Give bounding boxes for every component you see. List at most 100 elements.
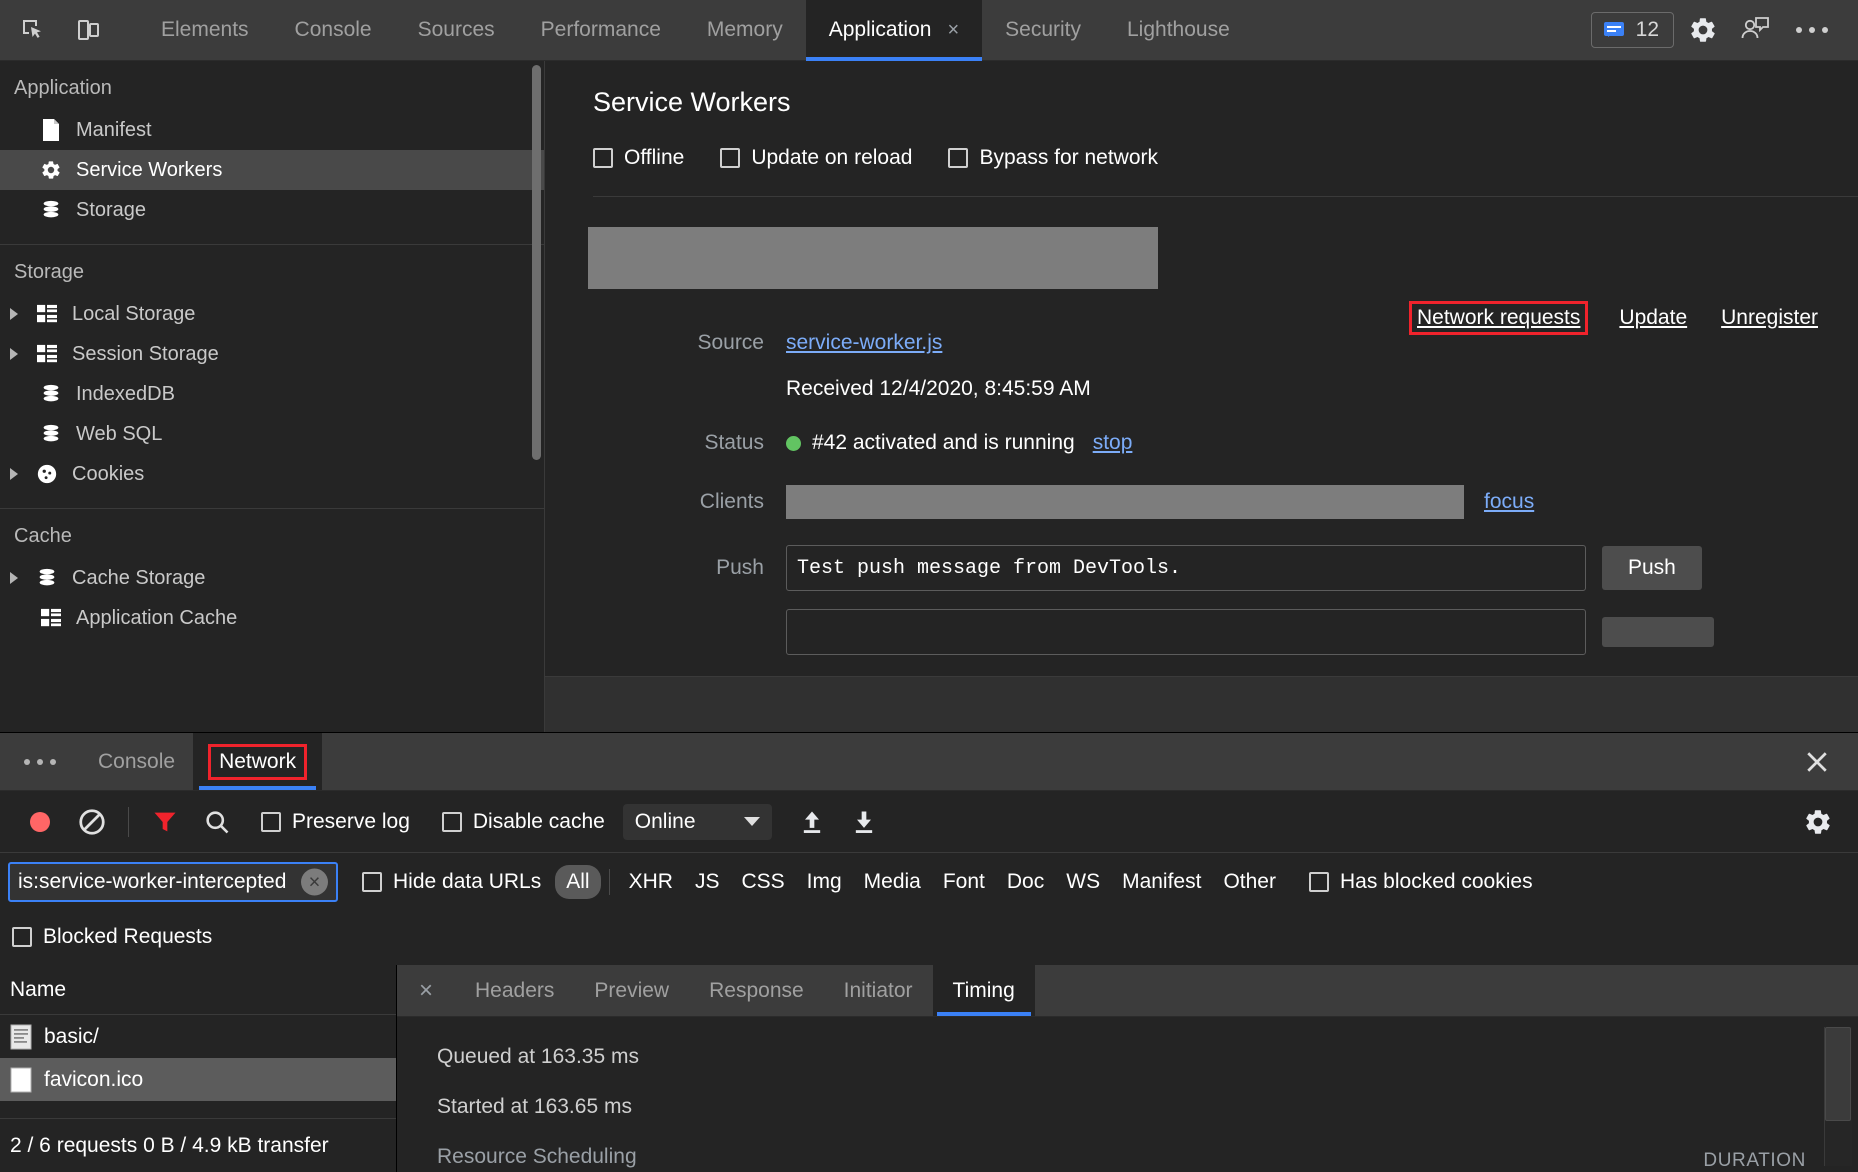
tab-performance[interactable]: Performance [518,0,684,61]
panel-divider [593,196,1858,197]
chevron-right-icon[interactable] [10,348,18,360]
detail-tab-preview[interactable]: Preview [574,965,689,1016]
clear-filter-icon[interactable]: × [301,869,328,896]
filter-type-js[interactable]: JS [684,865,731,899]
clear-icon[interactable] [66,796,118,848]
unregister-link[interactable]: Unregister [1721,306,1818,330]
sidebar-item-service-workers[interactable]: Service Workers [0,150,544,190]
detail-tab-response[interactable]: Response [689,965,824,1016]
gear-icon[interactable] [1680,7,1726,53]
bypass-for-network-checkbox[interactable]: Bypass for network [948,146,1158,170]
export-har-icon[interactable] [838,796,890,848]
filter-type-doc[interactable]: Doc [996,865,1055,899]
sidebar-item-indexeddb[interactable]: IndexedDB [0,374,544,414]
import-har-icon[interactable] [786,796,838,848]
update-link[interactable]: Update [1619,306,1687,330]
table-row[interactable]: basic/ [0,1015,396,1058]
sidebar-item-local-storage[interactable]: Local Storage [0,294,544,334]
more-tabs-icon[interactable] [0,733,80,790]
blocked-requests-checkbox[interactable]: Blocked Requests [12,925,212,949]
checkbox-box[interactable] [12,927,32,947]
checkbox-box[interactable] [948,148,968,168]
record-button-icon[interactable] [14,796,66,848]
filter-type-other[interactable]: Other [1212,865,1287,899]
filter-type-media[interactable]: Media [853,865,932,899]
detail-scrollbar[interactable] [1824,1027,1852,1166]
checkbox-box[interactable] [362,872,382,892]
detail-tab-headers[interactable]: Headers [455,965,574,1016]
sidebar-item-session-storage[interactable]: Session Storage [0,334,544,374]
inspect-element-icon[interactable] [10,7,56,53]
checkbox-box[interactable] [261,812,281,832]
sync-button[interactable] [1602,617,1714,647]
filter-type-css[interactable]: CSS [730,865,795,899]
filter-icon[interactable] [139,796,191,848]
sidebar-item-label: IndexedDB [76,383,175,406]
sidebar-item-cache-storage[interactable]: Cache Storage [0,558,544,598]
filter-type-ws[interactable]: WS [1055,865,1111,899]
push-button[interactable]: Push [1602,546,1702,590]
timing-queued: Queued at 163.35 ms [437,1045,1858,1069]
sidebar-item-application-cache[interactable]: Application Cache [0,598,544,638]
source-file-link[interactable]: service-worker.js [786,331,942,355]
chevron-right-icon[interactable] [10,308,18,320]
checkbox-box[interactable] [442,812,462,832]
close-detail-icon[interactable]: × [397,965,455,1016]
detail-tab-label: Response [709,979,804,1003]
chevron-right-icon[interactable] [10,468,18,480]
checkbox-label: Hide data URLs [393,870,541,894]
drawer-tab-network[interactable]: Network [193,733,322,790]
request-list-header[interactable]: Name [0,965,396,1015]
update-on-reload-checkbox[interactable]: Update on reload [720,146,912,170]
disable-cache-checkbox[interactable]: Disable cache [442,810,605,834]
push-message-input[interactable] [786,545,1586,591]
tab-console[interactable]: Console [272,0,395,61]
focus-link[interactable]: focus [1484,490,1534,514]
sidebar-scrollbar[interactable] [532,65,541,460]
sidebar-item-manifest[interactable]: Manifest [0,110,544,150]
tab-application[interactable]: Application × [806,0,982,61]
sidebar-item-storage[interactable]: Storage [0,190,544,230]
filter-type-all[interactable]: All [555,865,600,899]
device-toolbar-icon[interactable] [66,7,112,53]
tab-label: Console [295,18,372,42]
chevron-right-icon[interactable] [10,572,18,584]
detail-tab-initiator[interactable]: Initiator [824,965,933,1016]
more-options-icon[interactable] [1784,27,1840,33]
scrollbar-thumb[interactable] [1825,1027,1851,1121]
filter-type-xhr[interactable]: XHR [618,865,684,899]
table-row[interactable]: favicon.ico [0,1058,396,1101]
filter-type-manifest[interactable]: Manifest [1111,865,1212,899]
sync-tag-input[interactable] [786,609,1586,655]
tab-sources[interactable]: Sources [395,0,518,61]
person-feedback-icon[interactable] [1732,7,1778,53]
tab-elements[interactable]: Elements [138,0,272,61]
has-blocked-cookies-checkbox[interactable]: Has blocked cookies [1309,870,1533,894]
checkbox-box[interactable] [1309,872,1329,892]
close-drawer-icon[interactable] [1776,733,1858,790]
tab-security[interactable]: Security [982,0,1104,61]
request-name: favicon.ico [44,1068,143,1092]
network-settings-gear-icon[interactable] [1792,796,1844,848]
sidebar-item-web-sql[interactable]: Web SQL [0,414,544,454]
filter-type-img[interactable]: Img [796,865,853,899]
filter-type-font[interactable]: Font [932,865,996,899]
filter-input[interactable] [8,862,338,902]
hide-data-urls-checkbox[interactable]: Hide data URLs [362,870,541,894]
checkbox-box[interactable] [593,148,613,168]
preserve-log-checkbox[interactable]: Preserve log [261,810,410,834]
drawer-tab-console[interactable]: Console [80,733,193,790]
console-message-badge[interactable]: 12 [1591,12,1674,48]
close-tab-icon[interactable]: × [947,20,959,40]
sidebar-item-label: Application Cache [76,607,237,630]
checkbox-box[interactable] [720,148,740,168]
detail-tab-timing[interactable]: Timing [933,965,1035,1016]
sidebar-item-cookies[interactable]: Cookies [0,454,544,494]
offline-checkbox[interactable]: Offline [593,146,684,170]
tab-lighthouse[interactable]: Lighthouse [1104,0,1253,61]
stop-link[interactable]: stop [1093,431,1133,455]
throttling-select[interactable]: Online [623,804,772,840]
tab-memory[interactable]: Memory [684,0,806,61]
search-icon[interactable] [191,796,243,848]
network-requests-link[interactable]: Network requests [1412,304,1585,332]
